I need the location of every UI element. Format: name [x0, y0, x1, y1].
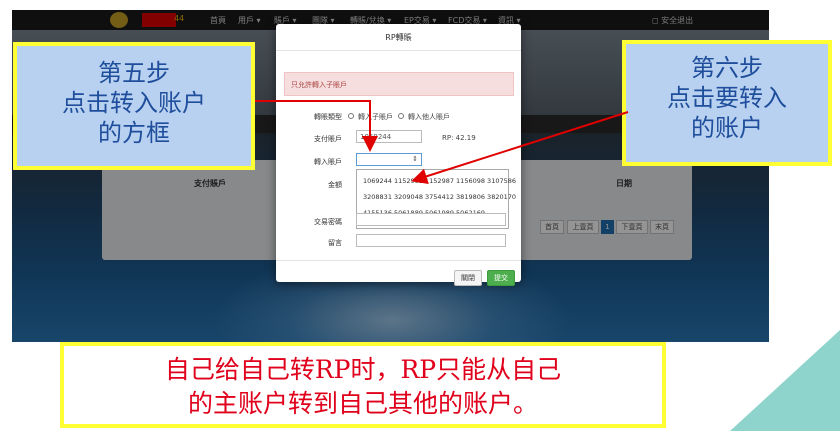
bottom-note-line-2: 的主账户转到自己其他的账户。 [187, 389, 538, 418]
corner-decoration [730, 330, 840, 431]
bottom-note: 自己给自己转RP时，RP只能从自己 的主账户转到自己其他的账户。 [60, 342, 666, 428]
step5-arrow [255, 100, 378, 152]
step6-arrow [411, 111, 629, 184]
bottom-note-line-1: 自己给自己转RP时，RP只能从自己 [164, 355, 562, 384]
